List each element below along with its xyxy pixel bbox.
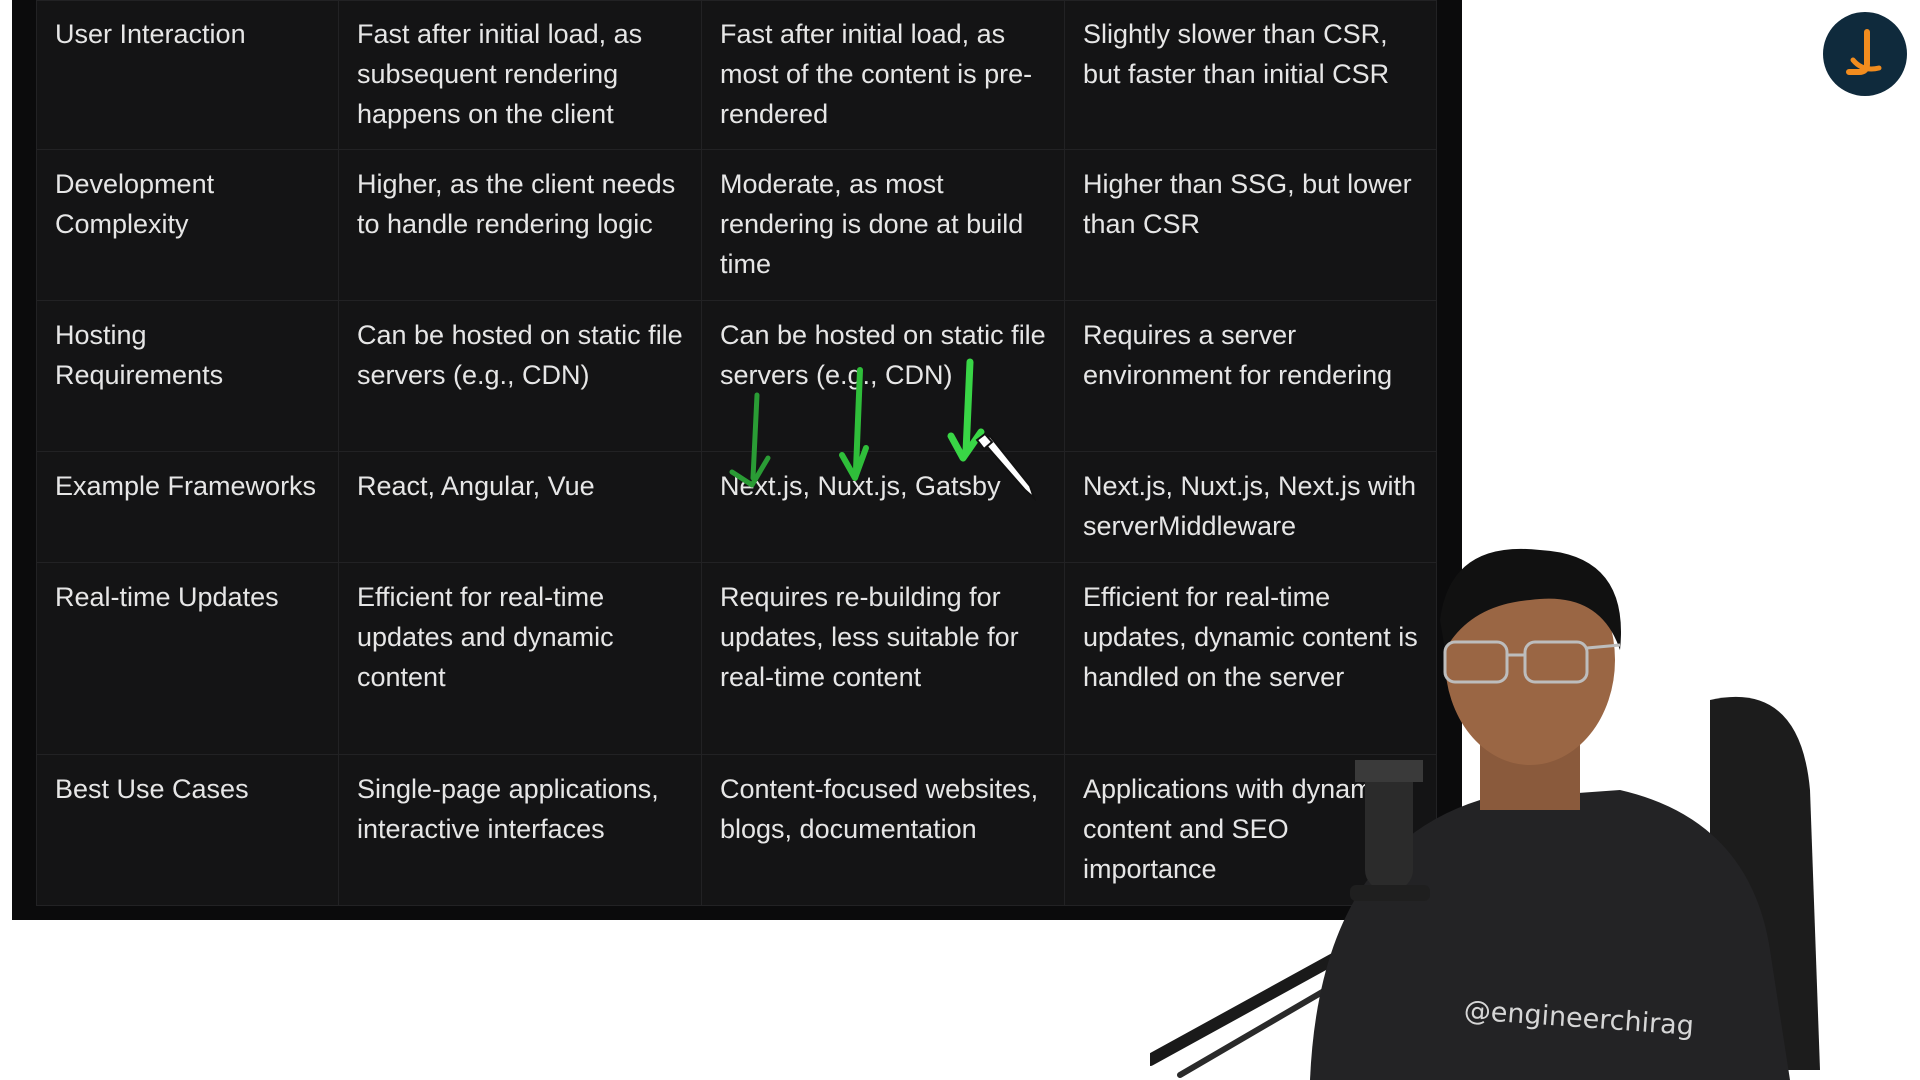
ssg-cell: Moderate, as most rendering is done at b…: [701, 149, 1065, 301]
feature-cell: Real-time Updates: [36, 562, 339, 755]
feature-cell: Hosting Requirements: [36, 300, 339, 452]
ssg-cell: Next.js, Nuxt.js, Gatsby: [701, 451, 1065, 563]
ssr-cell: Slightly slower than CSR, but faster tha…: [1064, 0, 1437, 150]
csr-cell: Fast after initial load, as subsequent r…: [338, 0, 702, 150]
channel-logo-icon: [1823, 12, 1907, 96]
ssg-cell: Requires re-building for updates, less s…: [701, 562, 1065, 755]
ssg-cell: Fast after initial load, as most of the …: [701, 0, 1065, 150]
feature-cell: User Interaction: [36, 0, 339, 150]
csr-cell: Single-page applications, interactive in…: [338, 754, 702, 906]
ssg-cell: Can be hosted on static file servers (e.…: [701, 300, 1065, 452]
ssr-cell: Requires a server environment for render…: [1064, 300, 1437, 452]
table-row: Development Complexity Higher, as the cl…: [36, 149, 1437, 301]
table-row: User Interaction Fast after initial load…: [36, 0, 1437, 150]
ssr-cell: Higher than SSG, but lower than CSR: [1064, 149, 1437, 301]
logo-glyph-icon: [1846, 29, 1882, 75]
feature-cell: Development Complexity: [36, 149, 339, 301]
csr-cell: Higher, as the client needs to handle re…: [338, 149, 702, 301]
ssg-cell: Content-focused websites, blogs, documen…: [701, 754, 1065, 906]
csr-cell: React, Angular, Vue: [338, 451, 702, 563]
table-row: Hosting Requirements Can be hosted on st…: [36, 300, 1437, 452]
presenter-webcam: [1150, 548, 1820, 1080]
csr-cell: Can be hosted on static file servers (e.…: [338, 300, 702, 452]
csr-cell: Efficient for real-time updates and dyna…: [338, 562, 702, 755]
feature-cell: Best Use Cases: [36, 754, 339, 906]
feature-cell: Example Frameworks: [36, 451, 339, 563]
